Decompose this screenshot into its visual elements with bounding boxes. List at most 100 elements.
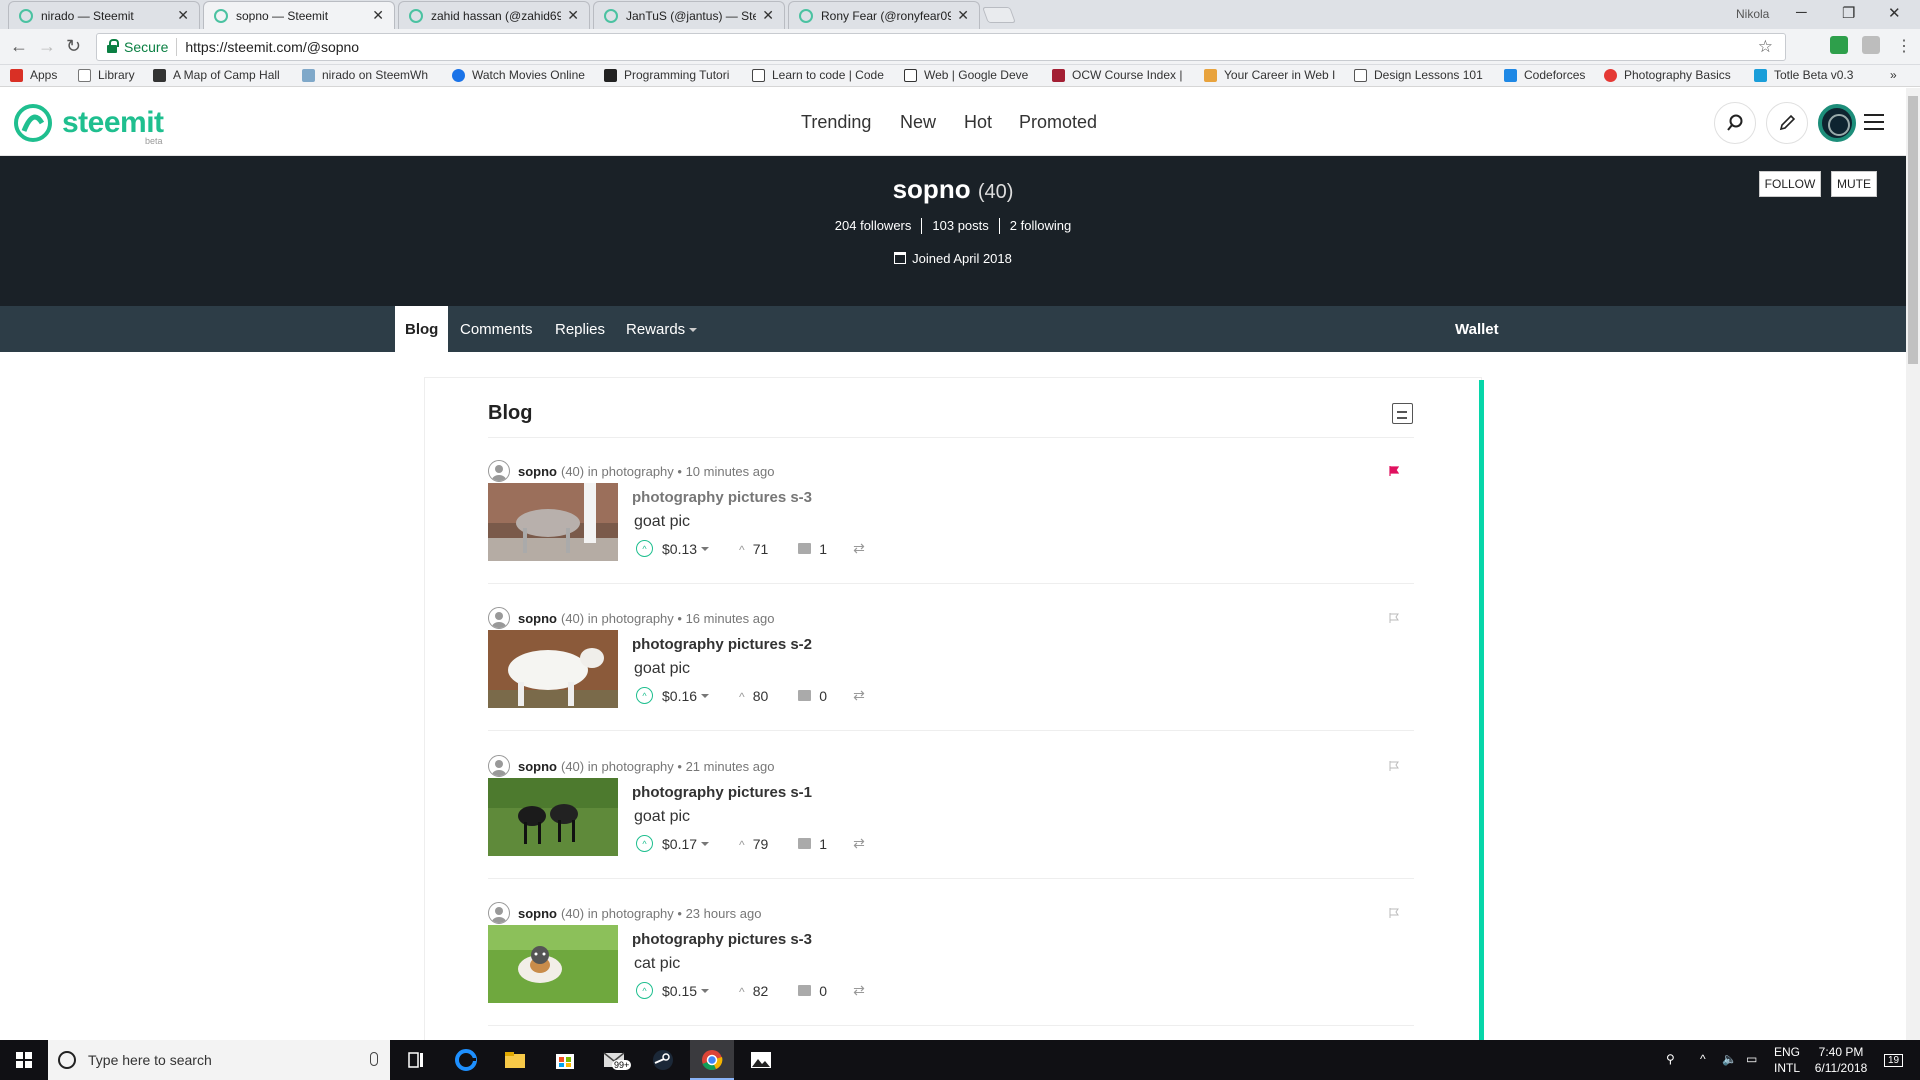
- bookmark-item[interactable]: Your Career in Web I: [1204, 68, 1342, 82]
- bookmark-star-icon[interactable]: ☆: [1758, 37, 1773, 57]
- post-payout[interactable]: $0.15: [662, 983, 709, 999]
- tab-comments[interactable]: Comments: [460, 321, 533, 338]
- user-avatar-icon[interactable]: [488, 607, 510, 629]
- mute-button[interactable]: MUTE: [1831, 171, 1877, 197]
- chrome-icon[interactable]: [699, 1048, 725, 1072]
- close-icon[interactable]: ✕: [957, 7, 969, 24]
- url-text[interactable]: https://steemit.com/@sopno: [185, 39, 359, 55]
- post-title[interactable]: photography pictures s-3: [632, 931, 812, 948]
- flag-icon[interactable]: [1389, 761, 1399, 771]
- extension-icon[interactable]: [1830, 36, 1848, 54]
- bookmark-item[interactable]: Watch Movies Online: [452, 68, 594, 82]
- layout-toggle-icon[interactable]: [1392, 403, 1413, 424]
- followers-count[interactable]: 204 followers: [825, 218, 923, 234]
- resteem-icon[interactable]: ⇄: [853, 687, 865, 704]
- post-author[interactable]: sopno: [518, 906, 557, 921]
- nav-hot[interactable]: Hot: [964, 112, 992, 133]
- browser-menu-icon[interactable]: ⋮: [1896, 36, 1912, 56]
- search-button[interactable]: [1714, 102, 1756, 144]
- bookmark-item[interactable]: A Map of Camp Hall: [153, 68, 293, 82]
- file-explorer-icon[interactable]: [502, 1048, 528, 1072]
- post-title[interactable]: photography pictures s-1: [632, 784, 812, 801]
- follow-button[interactable]: FOLLOW: [1759, 171, 1821, 197]
- people-icon[interactable]: ⚲: [1666, 1052, 1675, 1066]
- browser-tab[interactable]: nirado — Steemit ✕: [8, 1, 200, 29]
- post-description[interactable]: goat pic: [634, 808, 690, 826]
- comment-count[interactable]: 1: [798, 541, 827, 557]
- post-category[interactable]: photography: [602, 906, 674, 921]
- tab-replies[interactable]: Replies: [555, 321, 605, 338]
- close-icon[interactable]: ✕: [567, 7, 579, 24]
- user-avatar-icon[interactable]: [488, 902, 510, 924]
- forward-icon[interactable]: →: [38, 36, 56, 57]
- new-tab-button[interactable]: [982, 7, 1016, 23]
- following-count[interactable]: 2 following: [1000, 218, 1081, 234]
- restore-icon[interactable]: ❐: [1842, 4, 1855, 22]
- omnibox[interactable]: Secure https://steemit.com/@sopno ☆: [96, 33, 1786, 61]
- edge-browser-icon[interactable]: [453, 1048, 479, 1072]
- browser-tab[interactable]: Rony Fear (@ronyfear09(✕: [788, 1, 980, 29]
- post-thumbnail[interactable]: [488, 630, 618, 708]
- vote-count[interactable]: 80: [739, 688, 769, 704]
- clock[interactable]: 7:40 PM 6/11/2018: [1806, 1044, 1876, 1076]
- reload-icon[interactable]: ↻: [66, 36, 81, 57]
- vote-count[interactable]: 71: [739, 541, 769, 557]
- post-payout[interactable]: $0.16: [662, 688, 709, 704]
- windows-start-icon[interactable]: [16, 1052, 32, 1068]
- nav-promoted[interactable]: Promoted: [1019, 112, 1097, 133]
- close-icon[interactable]: ✕: [372, 7, 384, 24]
- upvote-button[interactable]: ^: [636, 540, 653, 557]
- close-icon[interactable]: ✕: [762, 7, 774, 24]
- browser-tab[interactable]: zahid hassan (@zahid69) ✕: [398, 1, 590, 29]
- flag-icon[interactable]: [1389, 613, 1399, 623]
- notifications-icon[interactable]: 19: [1884, 1052, 1904, 1067]
- volume-icon[interactable]: 🔈: [1722, 1052, 1737, 1066]
- steam-icon[interactable]: [650, 1048, 676, 1072]
- extension-icon[interactable]: [1862, 36, 1880, 54]
- task-view-icon[interactable]: [403, 1048, 429, 1072]
- mail-icon[interactable]: 99+: [602, 1048, 632, 1072]
- upvote-button[interactable]: ^: [636, 982, 653, 999]
- taskbar-search-input[interactable]: Type here to search: [48, 1040, 390, 1080]
- bookmark-item[interactable]: Library: [78, 68, 135, 82]
- post-thumbnail[interactable]: [488, 778, 618, 856]
- flag-icon[interactable]: [1389, 466, 1399, 476]
- brand-name[interactable]: steemit: [62, 106, 164, 140]
- tray-overflow-icon[interactable]: ^: [1700, 1052, 1706, 1066]
- resteem-icon[interactable]: ⇄: [853, 540, 865, 557]
- user-avatar-icon[interactable]: [488, 460, 510, 482]
- post-author[interactable]: sopno: [518, 464, 557, 479]
- bookmark-item[interactable]: Design Lessons 101: [1354, 68, 1490, 82]
- post-title[interactable]: photography pictures s-2: [632, 636, 812, 653]
- back-icon[interactable]: ←: [10, 36, 28, 57]
- post-description[interactable]: goat pic: [634, 660, 690, 678]
- close-window-icon[interactable]: ✕: [1888, 4, 1901, 22]
- user-avatar-icon[interactable]: [488, 755, 510, 777]
- tab-blog[interactable]: Blog: [395, 306, 449, 352]
- upvote-button[interactable]: ^: [636, 835, 653, 852]
- tab-rewards[interactable]: Rewards: [626, 321, 698, 338]
- vote-count[interactable]: 79: [739, 836, 769, 852]
- bookmark-item[interactable]: Programming Tutori: [604, 68, 740, 82]
- store-icon[interactable]: [552, 1048, 578, 1072]
- secure-indicator[interactable]: Secure: [107, 39, 168, 55]
- flag-icon[interactable]: [1389, 908, 1399, 918]
- post-description[interactable]: cat pic: [634, 955, 680, 973]
- browser-tab-active[interactable]: sopno — Steemit ✕: [203, 1, 395, 29]
- comment-count[interactable]: 0: [798, 688, 827, 704]
- scrollbar-thumb[interactable]: [1908, 96, 1918, 364]
- bookmarks-overflow-icon[interactable]: »: [1890, 68, 1897, 82]
- submit-post-button[interactable]: [1766, 102, 1808, 144]
- bookmark-item[interactable]: Totle Beta v0.3: [1754, 68, 1872, 82]
- microphone-icon[interactable]: [370, 1052, 378, 1066]
- bookmark-item[interactable]: OCW Course Index |: [1052, 68, 1188, 82]
- post-description[interactable]: goat pic: [634, 513, 690, 531]
- post-thumbnail[interactable]: [488, 925, 618, 1003]
- bookmark-item[interactable]: Codeforces: [1504, 68, 1604, 82]
- post-payout[interactable]: $0.17: [662, 836, 709, 852]
- language-indicator[interactable]: ENG INTL: [1774, 1044, 1800, 1076]
- bookmark-item[interactable]: Apps: [10, 68, 57, 82]
- resteem-icon[interactable]: ⇄: [853, 835, 865, 852]
- browser-tab[interactable]: JanTuS (@jantus) — Stee ✕: [593, 1, 785, 29]
- bookmark-item[interactable]: Web | Google Deve: [904, 68, 1040, 82]
